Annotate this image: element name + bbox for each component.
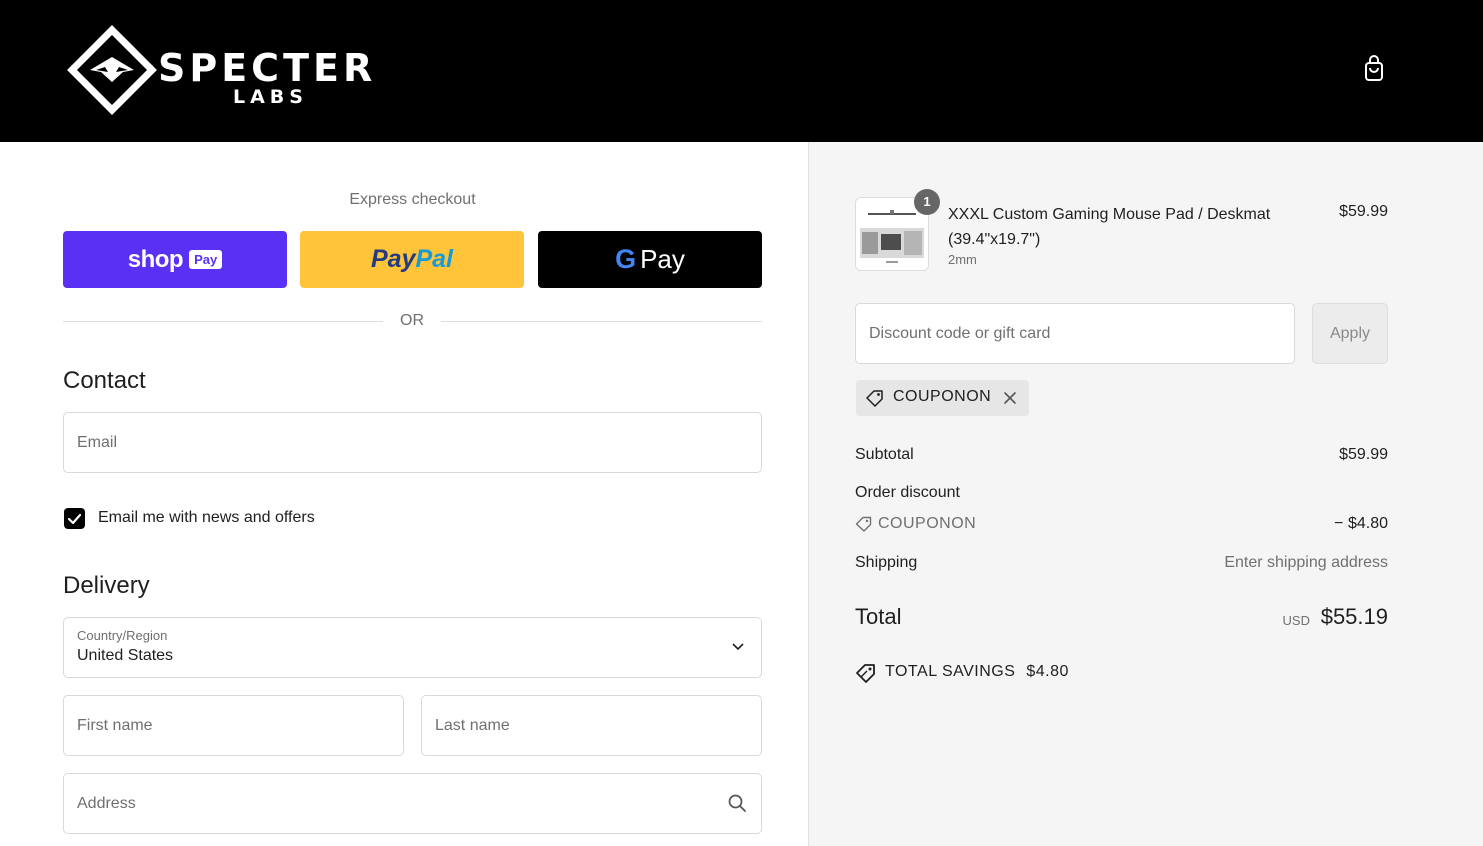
- newsletter-checkbox[interactable]: [64, 508, 85, 529]
- paypal-logo-pay: Pay: [370, 245, 416, 273]
- discount-tag-icon: [855, 516, 872, 532]
- country-select[interactable]: Country/Region United States: [63, 617, 762, 678]
- product-price: $59.99: [1339, 203, 1388, 220]
- discount-value: − $4.80: [1334, 515, 1388, 532]
- address-wrapper: [63, 773, 762, 834]
- google-pay-label: Pay: [640, 244, 685, 274]
- first-name-field[interactable]: [77, 696, 390, 755]
- brand-logo[interactable]: SPECTER LABS: [66, 24, 416, 116]
- total-savings: TOTAL SAVINGS $4.80: [885, 663, 1069, 681]
- google-g-icon: G: [615, 244, 637, 274]
- applied-coupon-code: COUPONON: [893, 388, 992, 405]
- total-savings-label: TOTAL SAVINGS: [885, 663, 1016, 680]
- or-divider-left: [63, 321, 383, 322]
- shop-pay-badge: Pay: [189, 250, 223, 269]
- first-name-wrapper: [63, 695, 404, 756]
- cart-button[interactable]: [1360, 54, 1388, 86]
- delivery-title: Delivery: [63, 572, 150, 599]
- shop-pay-logo: shop: [127, 245, 184, 273]
- last-name-wrapper: [421, 695, 762, 756]
- shipping-value: Enter shipping address: [1224, 554, 1388, 571]
- checkmark-icon: [67, 513, 82, 525]
- apply-discount-button[interactable]: Apply: [1312, 303, 1388, 364]
- shopping-bag-icon: [1365, 55, 1383, 81]
- paypal-button[interactable]: Pay Pal: [300, 231, 524, 288]
- discount-code-label: COUPONON: [878, 515, 977, 532]
- product-name: XXXL Custom Gaming Mouse Pad / Deskmat (…: [948, 206, 1271, 248]
- or-divider-text: OR: [400, 312, 424, 329]
- total-currency: USD: [1282, 613, 1310, 628]
- quantity-badge: 1: [914, 189, 940, 215]
- google-pay-button[interactable]: G Pay: [538, 231, 762, 288]
- brand-name: SPECTER: [158, 46, 377, 90]
- express-checkout-label: Express checkout: [349, 191, 476, 208]
- country-label: Country/Region: [77, 628, 168, 643]
- address-field[interactable]: [77, 774, 713, 833]
- brand-subtitle: LABS: [233, 86, 308, 108]
- subtotal-value: $59.99: [1339, 446, 1388, 463]
- country-value: United States: [77, 647, 174, 664]
- shop-pay-button[interactable]: shop Pay: [63, 231, 287, 288]
- logo-emblem-icon: [67, 25, 157, 115]
- total-label: Total: [855, 604, 902, 629]
- total-savings-value: $4.80: [1026, 663, 1069, 680]
- discount-wrapper: [855, 303, 1295, 364]
- contact-title: Contact: [63, 367, 146, 394]
- savings-tag-icon: [856, 664, 875, 683]
- chevron-down-icon: [732, 643, 744, 651]
- or-divider-right: [441, 321, 762, 322]
- email-field-wrapper: [63, 412, 762, 473]
- search-icon[interactable]: [727, 793, 747, 813]
- subtotal-label: Subtotal: [855, 446, 914, 463]
- discount-code-field[interactable]: [869, 304, 1281, 363]
- shipping-label: Shipping: [855, 554, 918, 571]
- order-discount-label: Order discount: [855, 484, 960, 501]
- applied-coupon-chip: COUPONON: [856, 380, 1029, 416]
- last-name-field[interactable]: [435, 696, 748, 755]
- total-value: $55.19: [1320, 604, 1388, 629]
- newsletter-label[interactable]: Email me with news and offers: [98, 509, 315, 527]
- email-field[interactable]: [77, 413, 748, 472]
- paypal-logo-pal: Pal: [415, 245, 453, 273]
- tag-icon: [866, 390, 883, 407]
- site-header: SPECTER LABS: [0, 0, 1483, 142]
- close-icon[interactable]: [1003, 391, 1017, 405]
- product-variant: 2mm: [948, 252, 977, 267]
